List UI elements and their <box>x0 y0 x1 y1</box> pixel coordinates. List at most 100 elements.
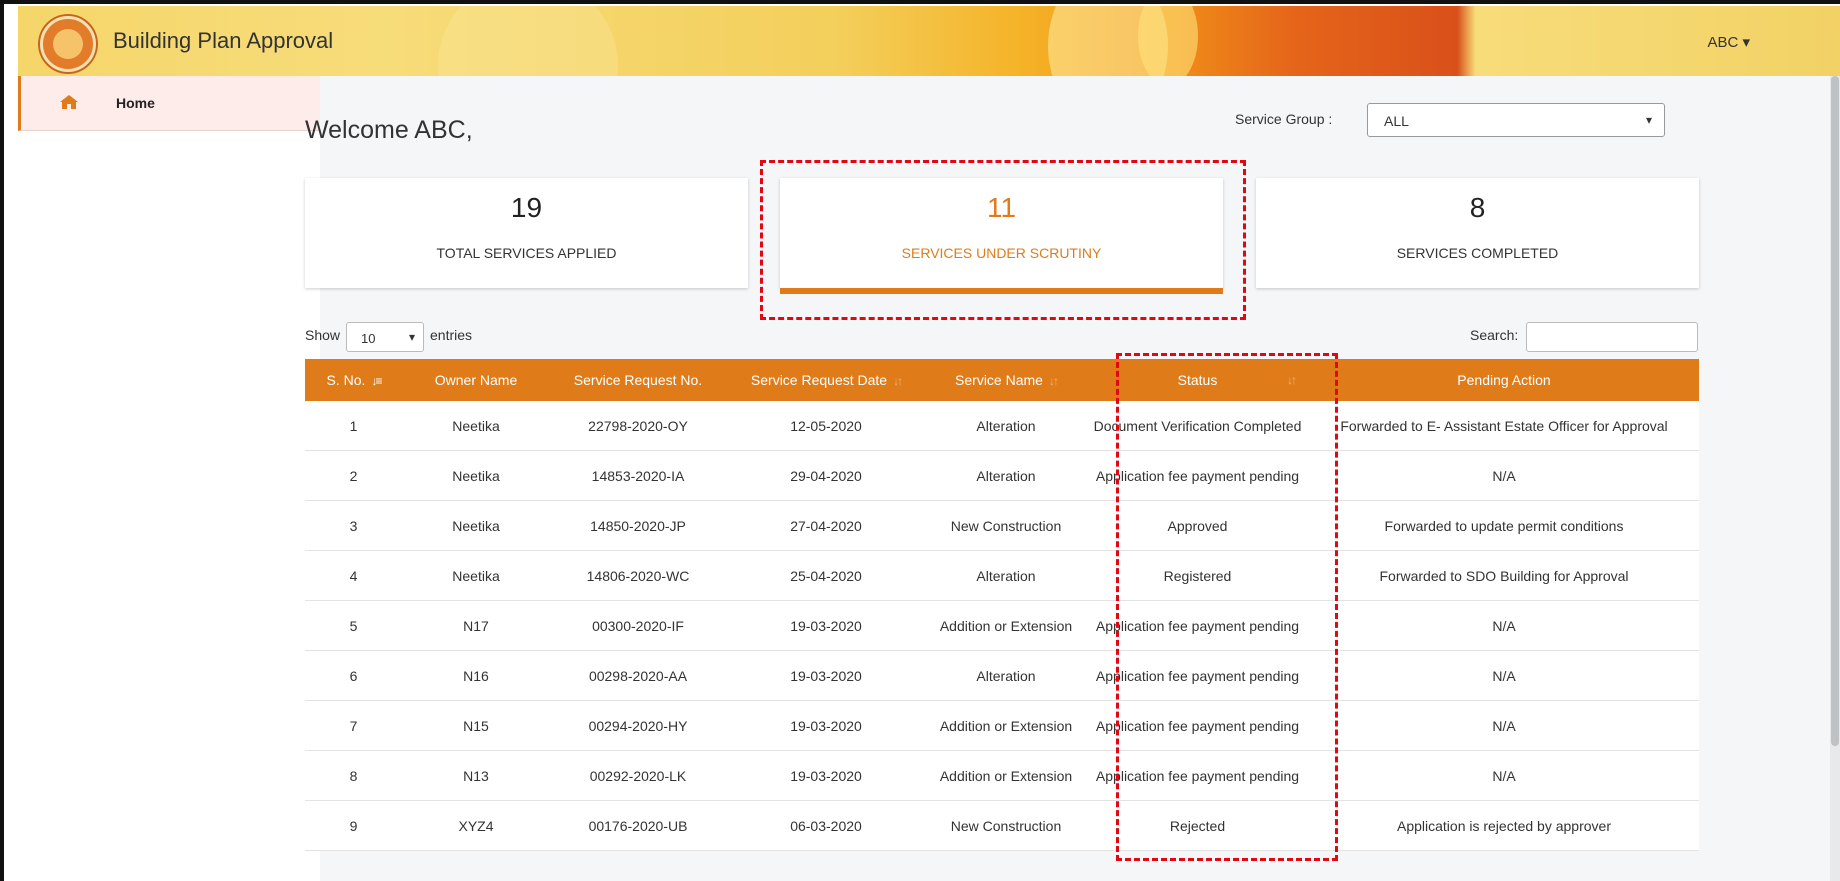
cell-request-date: 12-05-2020 <box>726 401 926 451</box>
cell-pending-action: Application is rejected by approver <box>1309 800 1699 851</box>
sort-icon: ↓≡ <box>371 374 382 388</box>
cell-pending-action: N/A <box>1309 450 1699 501</box>
cell-sno: 5 <box>305 600 402 651</box>
cell-request-no: 00298-2020-AA <box>550 650 726 701</box>
cell-service-name: Alteration <box>926 401 1086 451</box>
cell-sno: 2 <box>305 450 402 501</box>
cell-service-name: Alteration <box>926 550 1086 601</box>
highlight-box-status <box>1116 353 1338 861</box>
app-logo <box>40 16 96 72</box>
card-total-services[interactable]: 19 TOTAL SERVICES APPLIED <box>305 178 748 288</box>
cell-request-date: 25-04-2020 <box>726 550 926 601</box>
sidebar-item-home[interactable]: Home <box>18 76 323 131</box>
cell-sno: 9 <box>305 800 402 851</box>
banner-decoration <box>438 6 618 76</box>
cell-request-date: 29-04-2020 <box>726 450 926 501</box>
window-frame-left <box>0 0 4 881</box>
home-icon <box>60 95 78 109</box>
cell-pending-action: N/A <box>1309 600 1699 651</box>
sort-icon: ↓↑ <box>893 374 903 388</box>
card-count: 8 <box>1469 192 1486 223</box>
column-header-request-date[interactable]: Service Request Date ↓↑ <box>726 359 926 401</box>
cell-sno: 7 <box>305 700 402 751</box>
cell-sno: 1 <box>305 401 402 451</box>
search-input[interactable] <box>1526 322 1698 352</box>
cell-pending-action: Forwarded to update permit conditions <box>1309 500 1699 551</box>
cell-owner: N13 <box>402 750 550 801</box>
cell-service-name: Addition or Extension <box>926 600 1086 651</box>
table-header-row: S. No. ↓≡ Owner Name Service Request No. … <box>305 359 1699 401</box>
cell-request-no: 22798-2020-OY <box>550 401 726 451</box>
table-row[interactable]: 4 Neetika 14806-2020-WC 25-04-2020 Alter… <box>305 550 1699 601</box>
cell-owner: Neetika <box>402 500 550 551</box>
table-row[interactable]: 3 Neetika 14850-2020-JP 27-04-2020 New C… <box>305 500 1699 551</box>
cell-pending-action: Forwarded to E- Assistant Estate Officer… <box>1309 401 1699 451</box>
column-header-owner-name[interactable]: Owner Name <box>402 359 550 401</box>
cell-pending-action: N/A <box>1309 750 1699 801</box>
cell-pending-action: N/A <box>1309 700 1699 751</box>
cell-service-name: Alteration <box>926 650 1086 701</box>
cell-sno: 8 <box>305 750 402 801</box>
cell-request-no: 00176-2020-UB <box>550 800 726 851</box>
cell-sno: 3 <box>305 500 402 551</box>
cell-owner: Neetika <box>402 401 550 451</box>
column-header-sno[interactable]: S. No. ↓≡ <box>305 359 402 401</box>
cell-request-date: 06-03-2020 <box>726 800 926 851</box>
sidebar-item-label: Home <box>116 95 155 111</box>
scrollbar[interactable] <box>1830 76 1840 881</box>
table-row[interactable]: 1 Neetika 22798-2020-OY 12-05-2020 Alter… <box>305 401 1699 451</box>
cell-service-name: New Construction <box>926 800 1086 851</box>
window-frame-top <box>0 0 1840 4</box>
cell-request-date: 19-03-2020 <box>726 750 926 801</box>
entries-label: entries <box>430 327 473 343</box>
app-title: Building Plan Approval <box>113 28 334 53</box>
cell-request-no: 14850-2020-JP <box>550 500 726 551</box>
table-row[interactable]: 9 XYZ4 00176-2020-UB 06-03-2020 New Cons… <box>305 800 1699 851</box>
table-row[interactable]: 6 N16 00298-2020-AA 19-03-2020 Alteratio… <box>305 650 1699 701</box>
column-header-pending-action[interactable]: Pending Action <box>1309 359 1699 401</box>
entries-length-select[interactable]: 10 ▾ <box>346 322 424 352</box>
table-row[interactable]: 8 N13 00292-2020-LK 19-03-2020 Addition … <box>305 750 1699 801</box>
service-group-label: Service Group : <box>1235 111 1333 127</box>
column-header-request-no[interactable]: Service Request No. <box>550 359 726 401</box>
cell-service-name: Alteration <box>926 450 1086 501</box>
table-row[interactable]: 7 N15 00294-2020-HY 19-03-2020 Addition … <box>305 700 1699 751</box>
cell-owner: N15 <box>402 700 550 751</box>
top-bar: Building Plan Approval ABC ▾ <box>18 6 1840 76</box>
cell-owner: N16 <box>402 650 550 701</box>
sort-icon: ↓↑ <box>1048 374 1059 388</box>
cell-request-no: 00294-2020-HY <box>550 700 726 751</box>
user-menu-dropdown[interactable]: ABC ▾ <box>1707 33 1750 51</box>
cell-request-date: 19-03-2020 <box>726 700 926 751</box>
welcome-heading: Welcome ABC, <box>305 116 473 144</box>
cell-owner: XYZ4 <box>402 800 550 851</box>
card-services-completed[interactable]: 8 SERVICES COMPLETED <box>1256 178 1699 288</box>
cell-sno: 6 <box>305 650 402 701</box>
entries-length-value: 10 <box>361 331 376 346</box>
cell-request-no: 14806-2020-WC <box>550 550 726 601</box>
search-label: Search: <box>1470 327 1519 343</box>
cell-pending-action: N/A <box>1309 650 1699 701</box>
cell-service-name: Addition or Extension <box>926 750 1086 801</box>
service-group-select[interactable]: ALL ▾ <box>1367 103 1665 137</box>
cell-owner: N17 <box>402 600 550 651</box>
cell-service-name: Addition or Extension <box>926 700 1086 751</box>
services-table: S. No. ↓≡ Owner Name Service Request No. … <box>305 359 1699 851</box>
card-label: TOTAL SERVICES APPLIED <box>436 245 617 261</box>
card-count: 19 <box>510 192 543 223</box>
show-label: Show <box>305 327 341 343</box>
cell-service-name: New Construction <box>926 500 1086 551</box>
cell-request-no: 14853-2020-IA <box>550 450 726 501</box>
scrollbar-thumb[interactable] <box>1831 76 1839 746</box>
service-group-value: ALL <box>1384 113 1409 129</box>
cell-request-date: 19-03-2020 <box>726 650 926 701</box>
cell-pending-action: Forwarded to SDO Building for Approval <box>1309 550 1699 601</box>
column-header-service-name[interactable]: Service Name ↓↑ <box>926 359 1086 401</box>
cell-owner: Neetika <box>402 550 550 601</box>
cell-request-no: 00300-2020-IF <box>550 600 726 651</box>
table-row[interactable]: 2 Neetika 14853-2020-IA 29-04-2020 Alter… <box>305 450 1699 501</box>
table-row[interactable]: 5 N17 00300-2020-IF 19-03-2020 Addition … <box>305 600 1699 651</box>
cell-request-date: 27-04-2020 <box>726 500 926 551</box>
cell-owner: Neetika <box>402 450 550 501</box>
highlight-box-scrutiny <box>760 160 1246 320</box>
